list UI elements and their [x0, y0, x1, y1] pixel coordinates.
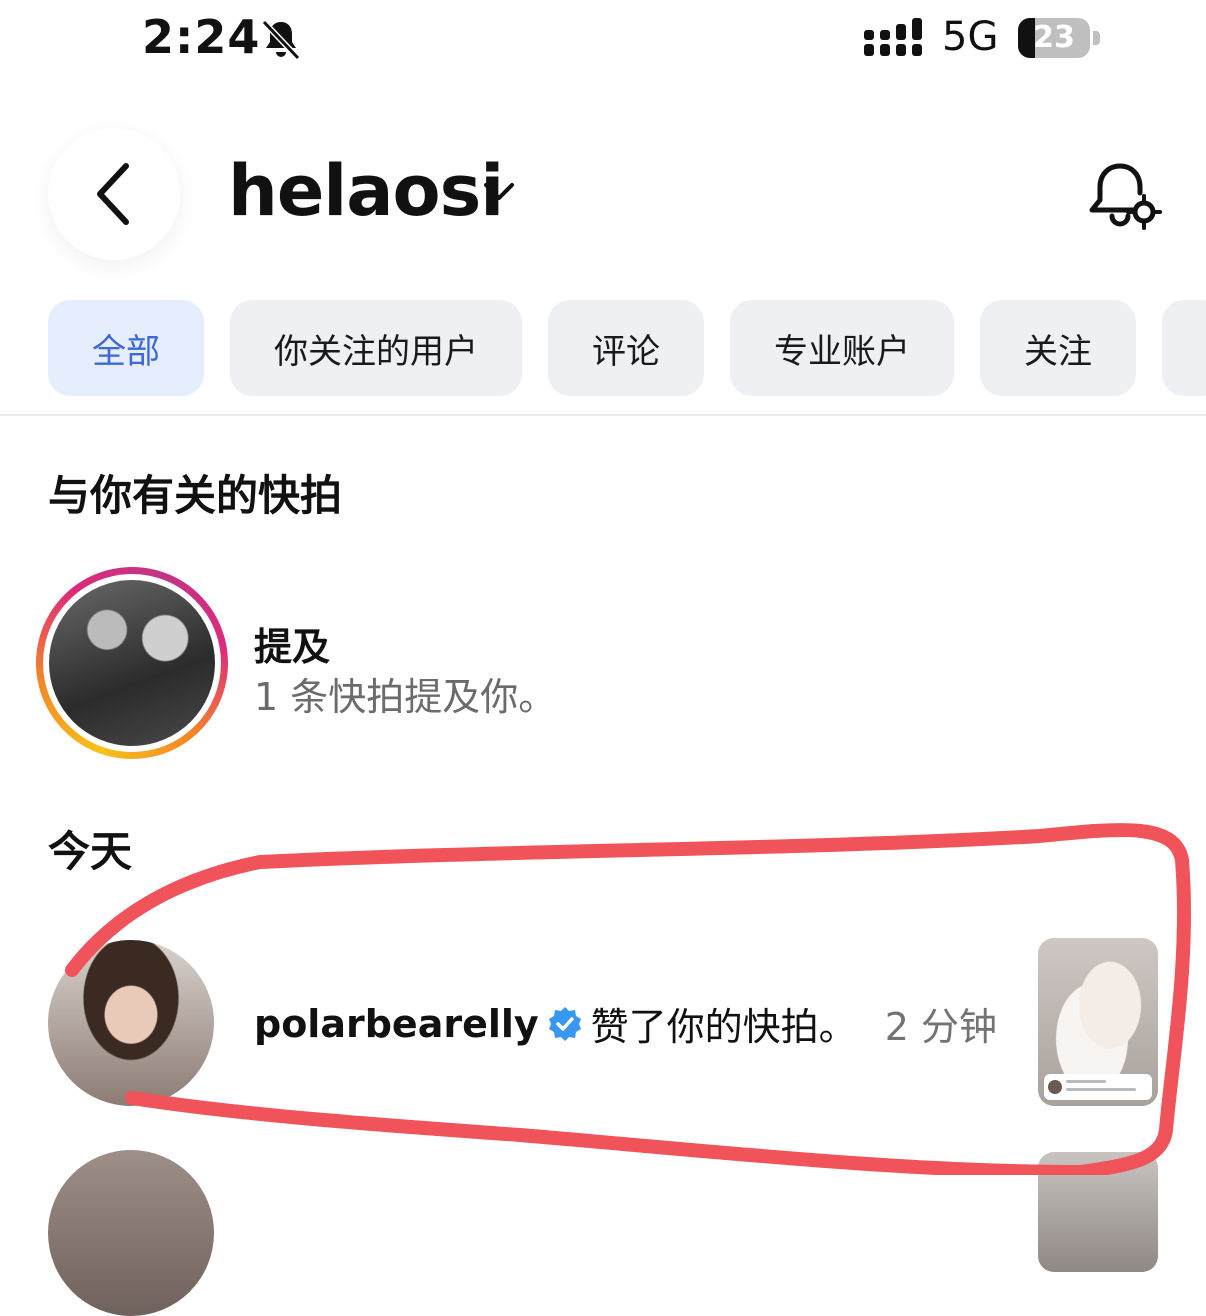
avatar[interactable] — [48, 940, 214, 1106]
notification-text[interactable]: polarbearelly 赞了你的快拍。 2 分钟 — [254, 996, 997, 1051]
tab-professional[interactable]: 专业账户 — [730, 300, 954, 396]
tab-follows[interactable]: 关注 — [980, 300, 1136, 396]
filter-tabs: 全部 你关注的用户 评论 专业账户 关注 — [48, 300, 1206, 396]
back-button[interactable] — [48, 128, 180, 260]
signal-icon — [864, 18, 922, 56]
tab-following[interactable]: 你关注的用户 — [230, 300, 522, 396]
bell-off-icon — [261, 19, 301, 61]
verified-badge-icon — [548, 1006, 581, 1041]
status-time: 2:24 — [142, 10, 261, 64]
account-username[interactable]: helaosi — [228, 150, 504, 232]
section-title-today: 今天 — [48, 827, 133, 876]
notification-time: 2 分钟 — [884, 1005, 997, 1049]
section-title-snapshots: 与你有关的快拍 — [48, 471, 343, 520]
chevron-down-icon[interactable] — [482, 180, 516, 204]
notification-username[interactable]: polarbearelly — [254, 1002, 539, 1046]
story-thumbnail[interactable] — [1038, 938, 1158, 1106]
story-ring[interactable] — [36, 567, 228, 759]
notification-action: 赞了你的快拍。 — [590, 1005, 857, 1049]
tabs-divider — [0, 414, 1206, 416]
tab-comments[interactable]: 评论 — [548, 300, 704, 396]
battery-level: 23 — [1033, 20, 1075, 55]
mention-story-thumbnail — [49, 580, 215, 746]
story-thumbnail[interactable] — [1038, 1152, 1158, 1272]
network-label: 5G — [942, 14, 999, 60]
mention-title[interactable]: 提及 — [254, 616, 330, 671]
bell-settings-icon[interactable] — [1086, 158, 1162, 234]
battery-icon: 23 — [1018, 18, 1100, 58]
mention-subtitle: 1 条快拍提及你。 — [254, 675, 557, 719]
tab-more[interactable] — [1162, 300, 1206, 396]
back-icon — [97, 163, 129, 225]
tab-all[interactable]: 全部 — [48, 300, 204, 396]
